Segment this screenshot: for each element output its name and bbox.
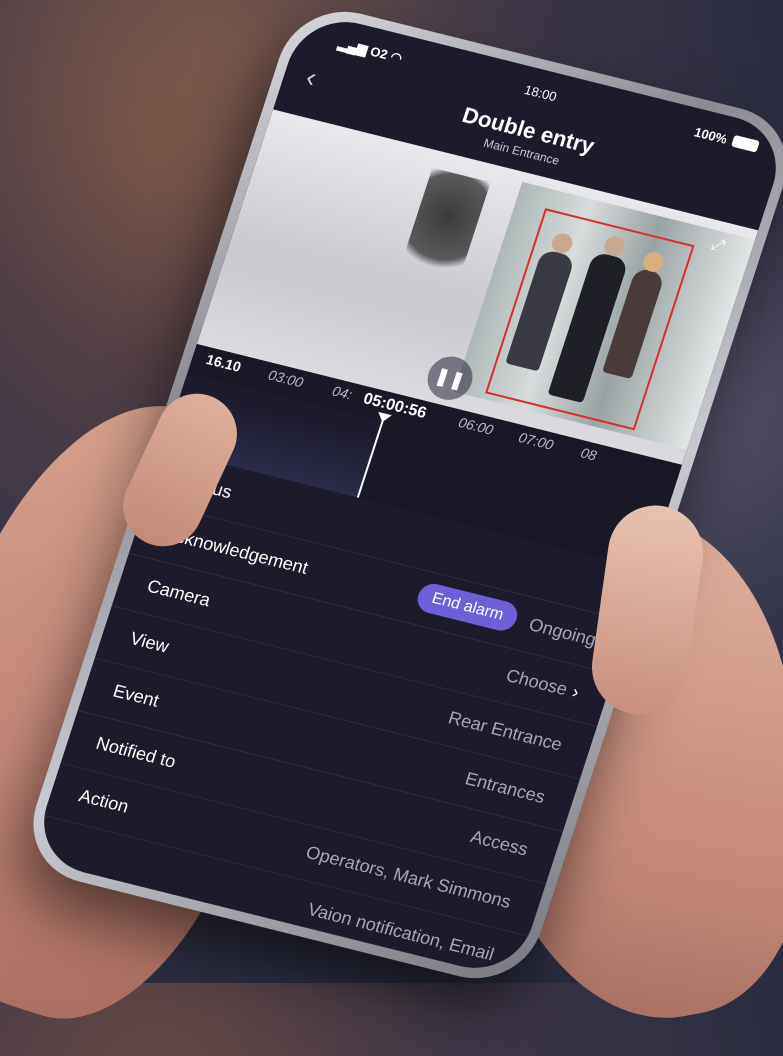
- notified-value: Access: [468, 826, 531, 860]
- view-value: Rear Entrance: [445, 707, 565, 755]
- camera-label: Camera: [144, 575, 214, 611]
- timeline-tick-label: 08: [578, 444, 599, 464]
- timeline-tick-label: 06:00: [456, 414, 496, 438]
- battery-icon: [730, 134, 760, 153]
- timeline-start-label: 16.10: [204, 351, 244, 375]
- notified-label: Notified to: [93, 733, 179, 772]
- event-label: Event: [110, 680, 162, 711]
- battery-percent: 100%: [692, 124, 730, 147]
- timeline-tick-label: 03:00: [266, 366, 306, 391]
- acknowledgement-value: Ongoing: [526, 614, 599, 650]
- event-value: Entrances: [462, 768, 548, 808]
- action-label: Action: [76, 785, 132, 817]
- timeline-tick-label: 07:00: [516, 429, 556, 453]
- video-plant: [398, 167, 491, 288]
- chevron-right-icon: ›: [569, 681, 582, 703]
- camera-value: Choose›: [503, 665, 582, 703]
- view-label: View: [127, 628, 172, 657]
- timeline-tick-label: 04:: [330, 382, 355, 403]
- camera-choose-text: Choose: [503, 665, 571, 700]
